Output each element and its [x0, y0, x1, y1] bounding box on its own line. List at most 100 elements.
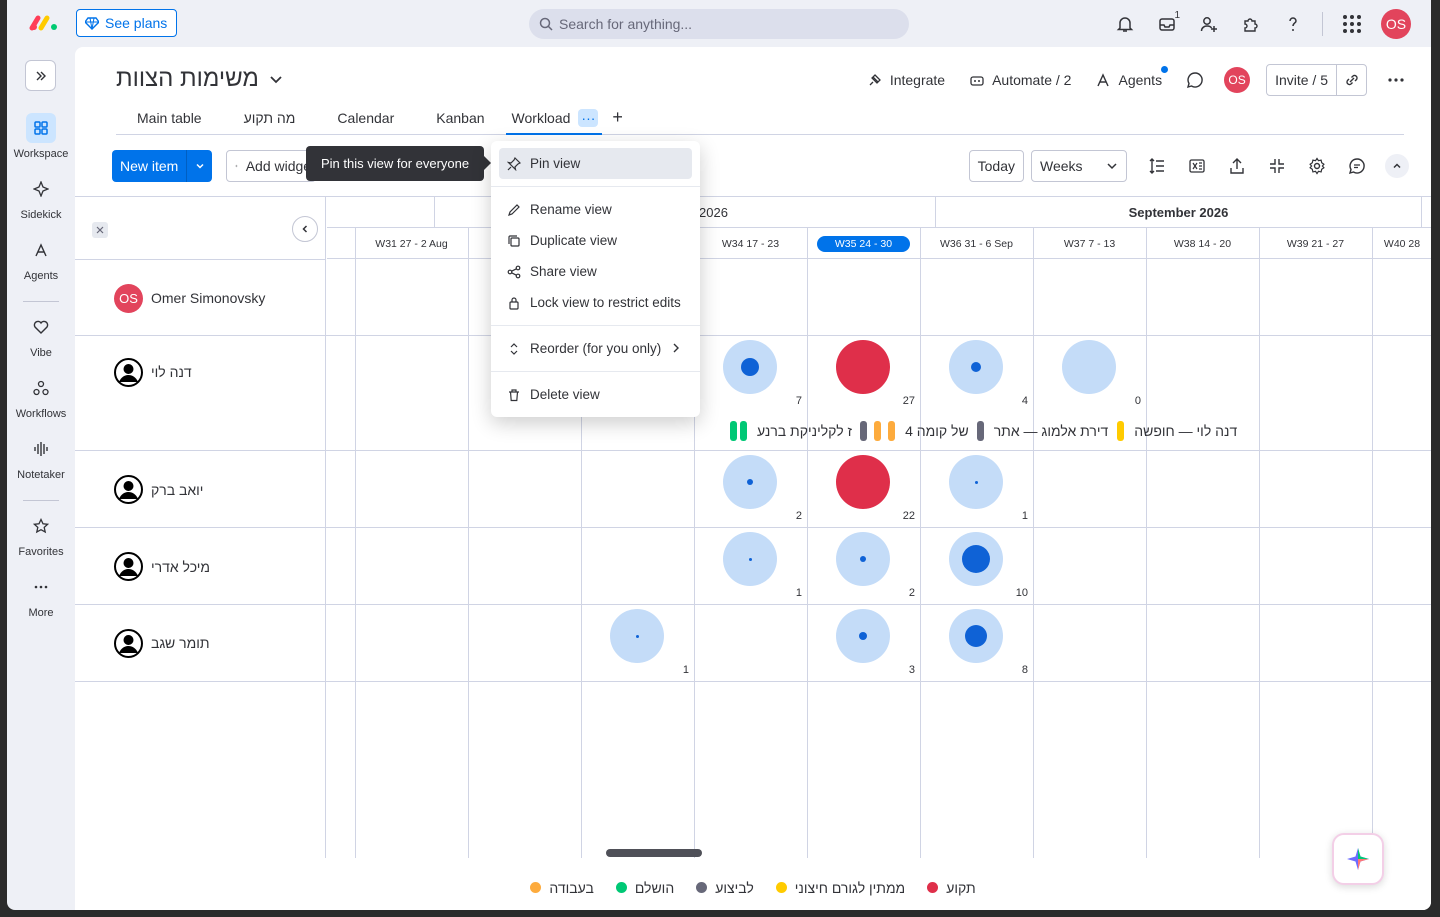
user-icon [114, 628, 143, 658]
workload-count: 1 [682, 664, 689, 676]
timescale-select[interactable]: Weeks [1031, 150, 1127, 182]
export-excel-button[interactable] [1177, 150, 1217, 182]
menu-item-label: Reorder (for you only) [530, 341, 662, 356]
week-cell: W31 27 - 2 Aug [375, 237, 448, 250]
person-row[interactable]: מיכל אדרי [75, 527, 326, 605]
task-label[interactable]: ז לקליניקת ברנע [757, 423, 852, 439]
menu-item-duplicate-view[interactable]: Duplicate view [499, 225, 692, 256]
expand-sidebar-button[interactable] [25, 60, 56, 91]
see-plans-button[interactable]: See plans [76, 9, 178, 37]
chevron-down-icon [196, 163, 204, 169]
workload-grid: 2026 September 2026 W31 27 - 2 Aug W34 1… [75, 196, 1431, 858]
tab-workload[interactable]: Workload ··· [505, 101, 603, 135]
menu-item-lock-view[interactable]: Lock view to restrict edits [499, 287, 692, 318]
task-label[interactable]: דירת אלמוג — אתר [994, 423, 1109, 439]
agents-button[interactable]: Agents [1095, 66, 1169, 88]
view-settings-button[interactable] [1297, 150, 1337, 182]
row-height-button[interactable] [1137, 150, 1177, 182]
workload-count: 27 [902, 395, 915, 407]
chat-bubble-icon [1187, 72, 1203, 89]
menu-item-label: Share view [530, 264, 597, 279]
rail-item-more[interactable]: More [7, 572, 75, 619]
grid-line [807, 228, 808, 858]
copy-link-button[interactable] [1336, 65, 1366, 95]
inbox-button[interactable]: 1 [1146, 6, 1188, 42]
rail-item-vibe[interactable]: Vibe [7, 312, 75, 359]
workflows-icon [26, 373, 56, 403]
today-button[interactable]: Today [968, 150, 1024, 182]
legend-dot [775, 882, 787, 893]
grid-line [468, 228, 469, 858]
ai-assistant-button[interactable] [1332, 833, 1384, 885]
person-row[interactable]: דנה לוי [75, 335, 326, 451]
rail-item-workflows[interactable]: Workflows [7, 373, 75, 420]
tab-calendar[interactable]: Calendar [316, 101, 415, 134]
horizontal-scrollbar[interactable] [606, 849, 702, 857]
share-export-button[interactable] [1217, 150, 1257, 182]
collapse-header-button[interactable] [1385, 154, 1409, 178]
task-label[interactable]: 4 של קומה [905, 423, 969, 439]
gear-icon [1309, 157, 1325, 175]
global-search-input[interactable]: Search for anything... [529, 9, 909, 39]
board-subscriber-avatar[interactable]: OS [1224, 67, 1251, 93]
add-widget-button[interactable]: Add widget [226, 150, 316, 182]
new-item-button[interactable]: New item [112, 150, 186, 182]
menu-item-delete-view[interactable]: Delete view [499, 379, 692, 410]
tab-kanban[interactable]: Kanban [415, 101, 505, 134]
menu-item-pin-view[interactable]: Pin view [499, 148, 692, 179]
feedback-button[interactable] [1337, 150, 1377, 182]
collapse-all-button[interactable] [92, 222, 108, 238]
workload-bubble[interactable] [1062, 340, 1116, 394]
board-menu-button[interactable] [1387, 71, 1405, 89]
collapse-view-button[interactable] [1257, 150, 1297, 182]
workload-bubble[interactable] [836, 609, 890, 663]
new-item-dropdown[interactable] [186, 150, 212, 182]
rail-item-favorites[interactable]: Favorites [7, 511, 75, 558]
tab-stuck[interactable]: מה תקוע [223, 101, 317, 134]
workload-bubble[interactable] [949, 532, 1003, 586]
menu-item-label: Duplicate view [530, 233, 618, 248]
workload-bubble[interactable] [949, 340, 1003, 394]
person-row[interactable]: תומר שגב [75, 604, 326, 682]
rail-item-sidekick[interactable]: Sidekick [7, 174, 75, 221]
agents-icon [26, 235, 56, 265]
rail-item-notetaker[interactable]: Notetaker [7, 434, 75, 481]
workload-bubble[interactable] [723, 532, 777, 586]
workload-bubble-overloaded[interactable] [836, 455, 890, 509]
rail-item-workspace[interactable]: Workspace [7, 113, 75, 160]
automate-button[interactable]: Automate / 2 [969, 72, 1071, 88]
view-options-button[interactable]: ··· [578, 108, 599, 127]
help-button[interactable] [1272, 6, 1314, 42]
person-row[interactable]: OS Omer Simonovsky [75, 259, 326, 336]
scroll-left-button[interactable] [292, 216, 318, 242]
workload-bubble[interactable] [610, 609, 664, 663]
tab-main-table[interactable]: Main table [116, 101, 223, 134]
menu-item-rename-view[interactable]: Rename view [499, 194, 692, 225]
diamond-icon [85, 17, 99, 30]
workload-bubble[interactable] [723, 340, 777, 394]
board-title[interactable]: משימות הצוות [116, 65, 283, 93]
invite-members-button[interactable] [1188, 6, 1230, 42]
rail-item-agents[interactable]: Agents [7, 235, 75, 282]
workload-bubble-overloaded[interactable] [836, 340, 890, 394]
menu-item-share-view[interactable]: Share view [499, 256, 692, 287]
invite-button[interactable]: Invite / 5 [1267, 65, 1336, 95]
notifications-button[interactable] [1104, 6, 1146, 42]
workload-bubble[interactable] [949, 455, 1003, 509]
menu-item-reorder[interactable]: Reorder (for you only) [499, 333, 692, 364]
person-row[interactable]: יואב ברק [75, 450, 326, 528]
updates-button[interactable] [1186, 71, 1204, 89]
workload-count: 0 [1134, 395, 1141, 407]
user-menu-button[interactable]: OS [1373, 6, 1419, 42]
apps-marketplace-button[interactable] [1230, 6, 1272, 42]
workload-bubble[interactable] [723, 455, 777, 509]
workload-bubble[interactable] [836, 532, 890, 586]
rail-label: Favorites [18, 546, 64, 558]
task-label[interactable]: דנה לוי — חופשה [1134, 423, 1237, 439]
products-switcher-button[interactable] [1331, 6, 1373, 42]
week-cell: W37 7 - 13 [1063, 237, 1116, 250]
add-view-button[interactable]: + [602, 101, 633, 134]
monday-logo[interactable] [29, 13, 59, 33]
workload-bubble[interactable] [949, 609, 1003, 663]
integrate-button[interactable]: Integrate [867, 72, 945, 88]
